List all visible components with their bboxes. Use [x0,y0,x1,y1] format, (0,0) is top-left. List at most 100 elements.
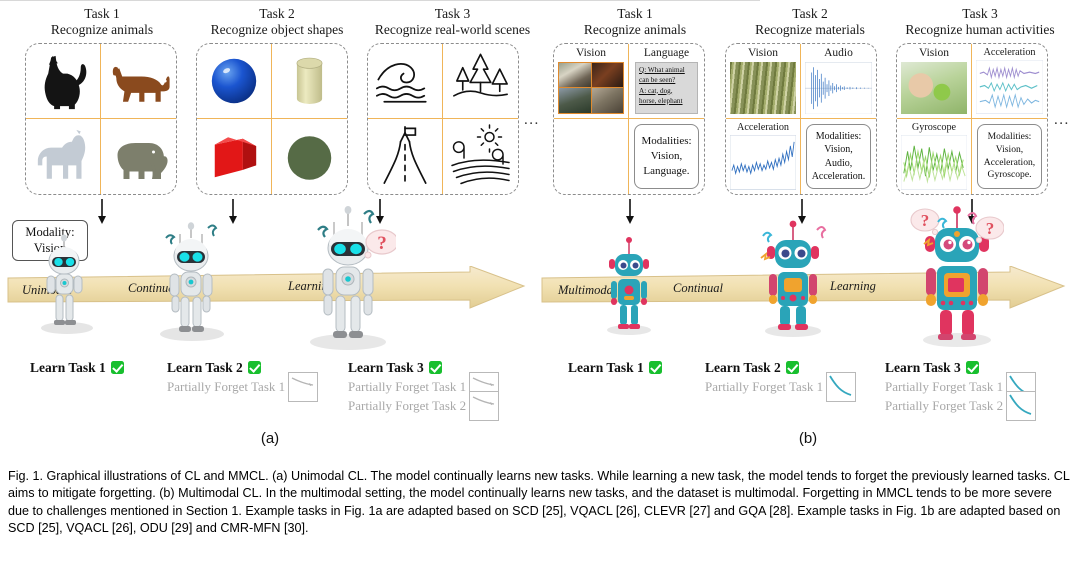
arrow-to-timeline-b1 [626,199,634,224]
svg-text:?: ? [377,233,387,254]
modalities-line: Acceleration, [983,156,1036,168]
qa-media: Q: What animal can be seen? A: cat, dog,… [631,60,702,116]
figure-root: Task 1 Recognize animals Task 2 Recogniz… [0,0,1080,460]
check-icon [110,361,124,374]
modalities-line: Modalities: [641,135,692,148]
forget-label: Partially Forget Task 1 [705,378,824,394]
qa-line: A: cat, dog, [639,86,673,95]
task-header-a2: Task 2 Recognize object shapes [192,6,362,38]
task-item-green-circle [272,119,347,194]
robot-a2 [160,222,224,341]
modality-cell-audio: Audio [801,44,876,119]
learn-task-label: Learn Task 2 [167,359,243,375]
forget-row: Partially Forget Task 1 [167,371,319,402]
task-box-b3: Vision Acceleration Gyroscope Modalities… [896,43,1048,195]
task-description: Recognize materials [755,21,865,37]
panel-a-unimodal-cl: Task 1 Recognize animals Task 2 Recogniz… [0,0,540,460]
thought-bubble-question-left: ? [910,208,940,236]
modality-label: Vision [748,47,778,59]
wave-icon [375,62,427,103]
learn-group-b3: Learn Task 3 Partially Forget Task 1 Par… [885,358,1037,421]
acceleration-multichannel [974,58,1045,116]
timeline-word-continual: Continual [673,281,724,295]
signal-icon [730,135,796,190]
task-header-a3: Task 3 Recognize real-world scenes [360,6,545,38]
learn-row: Learn Task 1 [568,358,662,377]
forgetting-curve-mild [288,371,319,402]
elephant-icon [117,143,168,179]
task-number: Task 2 [792,6,828,21]
photo-horse [559,88,591,113]
circle-icon [287,136,332,180]
task-item-cat [26,44,101,119]
task-description: Recognize animals [583,21,687,37]
task-box-b1: Vision Language Q: What animal can be se… [553,43,705,195]
forget-label: Partially Forget Task 1 [348,378,467,394]
task-description: Recognize human activities [905,21,1055,37]
figure-caption: Fig. 1. Graphical illustrations of CL an… [8,469,1070,536]
cube-icon [214,137,257,178]
thought-bubble-question: ? [364,229,396,259]
task-item-ocean-wave [368,44,443,119]
check-icon [965,361,979,374]
task-header-a1: Task 1 Recognize animals [22,6,182,38]
task-box-a1 [25,43,177,195]
learn-task-label: Learn Task 3 [885,359,961,375]
task-description: Recognize object shapes [210,21,344,37]
cylinder-icon [296,57,323,104]
thought-bubble-question-right: ? [975,216,1004,244]
task-item-elephant [101,119,176,194]
empty-cell [554,119,629,194]
modalities-card: Modalities: Vision, Audio, Acceleration. [805,123,872,190]
task-item-dog [101,44,176,119]
modalities-line: Vision, [995,143,1024,155]
task-box-b2: Vision Audio Acceleration Modalities: Vi… [725,43,877,195]
gyroscope-signal [899,133,969,192]
forget-row: Partially Forget Task 2 [348,390,500,421]
sphere-icon [211,58,257,104]
task-item-horse [26,119,101,194]
qa-text-block: Q: What animal can be seen? A: cat, dog,… [635,61,698,114]
vision-activity-photo [899,60,969,116]
modalities-line: Language. [643,164,690,177]
learn-group-a1: Learn Task 1 [30,358,124,377]
modalities-card: Modalities: Vision, Language. [633,123,700,190]
task-description: Recognize animals [50,21,154,37]
robot-a1 [41,234,93,334]
modalities-line: Gyroscope. [987,169,1032,181]
modalities-line: Vision, [650,150,683,163]
photo-elephant [591,88,623,113]
forgetting-curve-mild [469,390,500,421]
panel-label-a: (a) [260,430,280,447]
learn-row: Learn Task 1 [30,358,124,377]
timeline-word-learning: Learning [830,279,876,293]
photo-cat [559,62,591,88]
modality-cell-gyroscope: Gyroscope [897,119,972,194]
photo-dog [591,62,623,88]
learn-task-label: Learn Task 1 [30,359,106,375]
panel-label-b: (b) [798,430,818,447]
modality-cell-language: Language Q: What animal can be seen? A: … [629,44,704,119]
task-description: Recognize real-world scenes [374,21,531,37]
check-icon [648,361,662,374]
modalities-card: Modalities: Vision, Acceleration, Gyrosc… [976,123,1043,190]
modalities-summary-cell-b3: Modalities: Vision, Acceleration, Gyrosc… [972,119,1047,194]
task-number: Task 1 [617,6,653,21]
task-item-forest [443,44,518,119]
modalities-line: Audio, [824,157,853,169]
robot-b2 [760,220,827,337]
modality-label: Gyroscope [911,122,957,133]
learn-task-label: Learn Task 1 [568,359,644,375]
multi-signal-icon [976,60,1043,114]
learn-group-a2: Learn Task 2 Partially Forget Task 1 [167,358,319,402]
robot-b1 [607,237,651,335]
task-number: Task 1 [84,6,120,21]
qa-line: horse, elephant [639,96,683,105]
forget-row: Partially Forget Task 2 [885,390,1037,421]
grass-texture [730,61,796,114]
task-box-a2 [196,43,348,195]
modality-label: Audio [824,47,853,59]
vision-photo-grid [556,60,626,116]
ellipsis-a: ... [524,112,540,128]
task-header-b1: Task 1 Recognize animals [555,6,715,38]
